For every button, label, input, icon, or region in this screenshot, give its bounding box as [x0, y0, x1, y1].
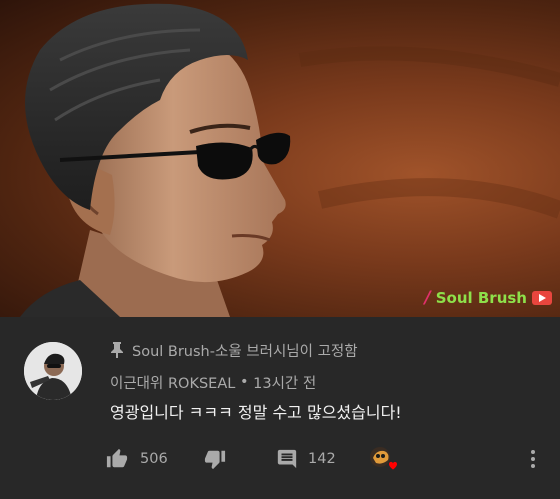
watermark-text: Soul Brush: [435, 289, 527, 307]
comment-icon: [277, 449, 297, 469]
pinned-by-text: Soul Brush-소울 브러시님이 고정함: [132, 343, 358, 360]
youtube-logo-icon: [532, 291, 552, 305]
comment-header: 이근대위 ROKSEAL • 13시간 전: [110, 371, 316, 393]
watermark-slash: /: [424, 288, 431, 308]
comment-author[interactable]: 이근대위 ROKSEAL: [110, 372, 235, 393]
channel-watermark: / Soul Brush: [424, 288, 552, 308]
more-options-button[interactable]: [524, 445, 542, 473]
like-button[interactable]: 506: [106, 445, 168, 473]
reply-count: 142: [308, 451, 336, 467]
reply-button[interactable]: 142: [276, 445, 336, 473]
video-thumbnail[interactable]: / Soul Brush: [0, 0, 560, 317]
more-vertical-icon: [531, 450, 535, 468]
comment-screen: / Soul Brush Soul Brush-소울 브러시님이 고정함 이근대…: [0, 0, 560, 499]
pin-icon: [111, 342, 123, 358]
thumbs-down-icon: [204, 450, 226, 470]
pinned-by-label: Soul Brush-소울 브러시님이 고정함: [110, 339, 358, 361]
figure-head-illustration: [20, 3, 560, 317]
pinned-comment: Soul Brush-소울 브러시님이 고정함 이근대위 ROKSEAL • 1…: [0, 317, 560, 499]
separator-dot: •: [235, 374, 254, 390]
comment-actions: 506 142: [106, 445, 546, 473]
dislike-button[interactable]: [204, 445, 226, 473]
avatar[interactable]: [24, 342, 82, 400]
creator-heart-icon: [370, 447, 397, 470]
comment-timestamp: 13시간 전: [253, 375, 317, 392]
creator-heart: [368, 445, 398, 473]
avatar-image: [24, 342, 82, 400]
comment-text: 영광입니다 ㅋㅋㅋ 정말 수고 많으셨습니다!: [110, 403, 402, 422]
like-count: 506: [140, 451, 168, 467]
thumbs-up-icon: [106, 448, 128, 468]
